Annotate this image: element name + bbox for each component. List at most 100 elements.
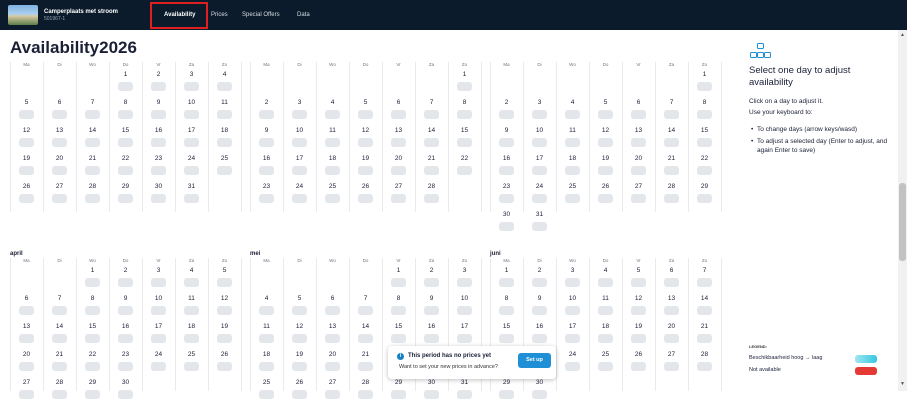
day-availability-cell[interactable] <box>325 390 340 399</box>
day-number[interactable]: 24 <box>175 155 208 162</box>
day-number[interactable]: 7 <box>349 295 382 302</box>
day-number[interactable]: 19 <box>349 155 382 162</box>
day-number[interactable]: 19 <box>10 155 43 162</box>
day-number[interactable]: 19 <box>589 155 622 162</box>
day-number[interactable]: 4 <box>589 267 622 274</box>
day-number[interactable]: 10 <box>523 127 556 134</box>
day-number[interactable]: 28 <box>688 351 721 358</box>
day-availability-cell[interactable] <box>424 334 439 343</box>
day-availability-cell[interactable] <box>532 138 547 147</box>
day-number[interactable]: 27 <box>316 379 349 386</box>
day-availability-cell[interactable] <box>358 306 373 315</box>
day-availability-cell[interactable] <box>292 306 307 315</box>
day-availability-cell[interactable] <box>457 390 472 399</box>
day-availability-cell[interactable] <box>565 166 580 175</box>
day-number[interactable]: 3 <box>142 267 175 274</box>
day-availability-cell[interactable] <box>532 222 547 231</box>
day-availability-cell[interactable] <box>631 278 646 287</box>
day-number[interactable]: 20 <box>622 155 655 162</box>
day-availability-cell[interactable] <box>391 390 406 399</box>
day-availability-cell[interactable] <box>118 194 133 203</box>
day-number[interactable]: 25 <box>208 155 241 162</box>
day-number[interactable]: 26 <box>589 183 622 190</box>
day-number[interactable]: 11 <box>208 99 241 106</box>
day-number[interactable]: 22 <box>109 155 142 162</box>
day-availability-cell[interactable] <box>52 362 67 371</box>
day-number[interactable]: 21 <box>415 155 448 162</box>
day-number[interactable]: 28 <box>349 379 382 386</box>
day-availability-cell[interactable] <box>664 138 679 147</box>
day-number[interactable]: 7 <box>76 99 109 106</box>
day-number[interactable]: 30 <box>109 379 142 386</box>
day-availability-cell[interactable] <box>664 194 679 203</box>
day-availability-cell[interactable] <box>598 138 613 147</box>
day-availability-cell[interactable] <box>325 194 340 203</box>
day-availability-cell[interactable] <box>259 166 274 175</box>
day-availability-cell[interactable] <box>598 110 613 119</box>
day-number[interactable]: 14 <box>688 295 721 302</box>
day-number[interactable]: 14 <box>43 323 76 330</box>
day-number[interactable]: 12 <box>589 127 622 134</box>
day-number[interactable]: 21 <box>655 155 688 162</box>
day-availability-cell[interactable] <box>565 110 580 119</box>
day-availability-cell[interactable] <box>424 390 439 399</box>
day-number[interactable]: 30 <box>415 379 448 386</box>
day-availability-cell[interactable] <box>217 110 232 119</box>
scroll-down-icon[interactable]: ▼ <box>899 381 906 387</box>
day-availability-cell[interactable] <box>85 194 100 203</box>
day-number[interactable]: 22 <box>76 351 109 358</box>
day-number[interactable]: 21 <box>688 323 721 330</box>
day-availability-cell[interactable] <box>664 334 679 343</box>
day-number[interactable]: 1 <box>76 267 109 274</box>
day-availability-cell[interactable] <box>52 306 67 315</box>
day-number[interactable]: 2 <box>250 99 283 106</box>
day-number[interactable]: 24 <box>142 351 175 358</box>
day-availability-cell[interactable] <box>697 194 712 203</box>
day-availability-cell[interactable] <box>325 362 340 371</box>
day-number[interactable]: 27 <box>10 379 43 386</box>
day-availability-cell[interactable] <box>499 306 514 315</box>
day-availability-cell[interactable] <box>184 362 199 371</box>
day-availability-cell[interactable] <box>532 306 547 315</box>
day-availability-cell[interactable] <box>259 390 274 399</box>
day-availability-cell[interactable] <box>19 166 34 175</box>
day-number[interactable]: 5 <box>349 99 382 106</box>
day-availability-cell[interactable] <box>259 362 274 371</box>
day-number[interactable]: 26 <box>283 379 316 386</box>
day-number[interactable]: 2 <box>109 267 142 274</box>
day-number[interactable]: 8 <box>109 99 142 106</box>
day-number[interactable]: 31 <box>175 183 208 190</box>
day-number[interactable]: 18 <box>556 155 589 162</box>
day-availability-cell[interactable] <box>118 334 133 343</box>
day-availability-cell[interactable] <box>259 194 274 203</box>
day-availability-cell[interactable] <box>565 138 580 147</box>
day-availability-cell[interactable] <box>697 362 712 371</box>
day-number[interactable]: 13 <box>10 323 43 330</box>
day-number[interactable]: 6 <box>316 295 349 302</box>
day-number[interactable]: 20 <box>43 155 76 162</box>
day-availability-cell[interactable] <box>424 166 439 175</box>
day-availability-cell[interactable] <box>292 334 307 343</box>
day-number[interactable]: 21 <box>76 155 109 162</box>
day-availability-cell[interactable] <box>631 138 646 147</box>
day-number[interactable]: 19 <box>622 323 655 330</box>
day-availability-cell[interactable] <box>697 166 712 175</box>
day-number[interactable]: 28 <box>415 183 448 190</box>
day-availability-cell[interactable] <box>499 194 514 203</box>
day-availability-cell[interactable] <box>118 166 133 175</box>
day-number[interactable]: 15 <box>490 323 523 330</box>
day-number[interactable]: 3 <box>175 71 208 78</box>
day-number[interactable]: 3 <box>448 267 481 274</box>
day-availability-cell[interactable] <box>499 334 514 343</box>
day-number[interactable]: 9 <box>142 99 175 106</box>
day-number[interactable]: 17 <box>448 323 481 330</box>
day-number[interactable]: 18 <box>250 351 283 358</box>
day-number[interactable]: 31 <box>523 211 556 218</box>
day-availability-cell[interactable] <box>217 166 232 175</box>
day-number[interactable]: 4 <box>208 71 241 78</box>
day-availability-cell[interactable] <box>85 334 100 343</box>
day-availability-cell[interactable] <box>118 82 133 91</box>
day-number[interactable]: 25 <box>589 351 622 358</box>
day-number[interactable]: 26 <box>208 351 241 358</box>
day-number[interactable]: 12 <box>10 127 43 134</box>
